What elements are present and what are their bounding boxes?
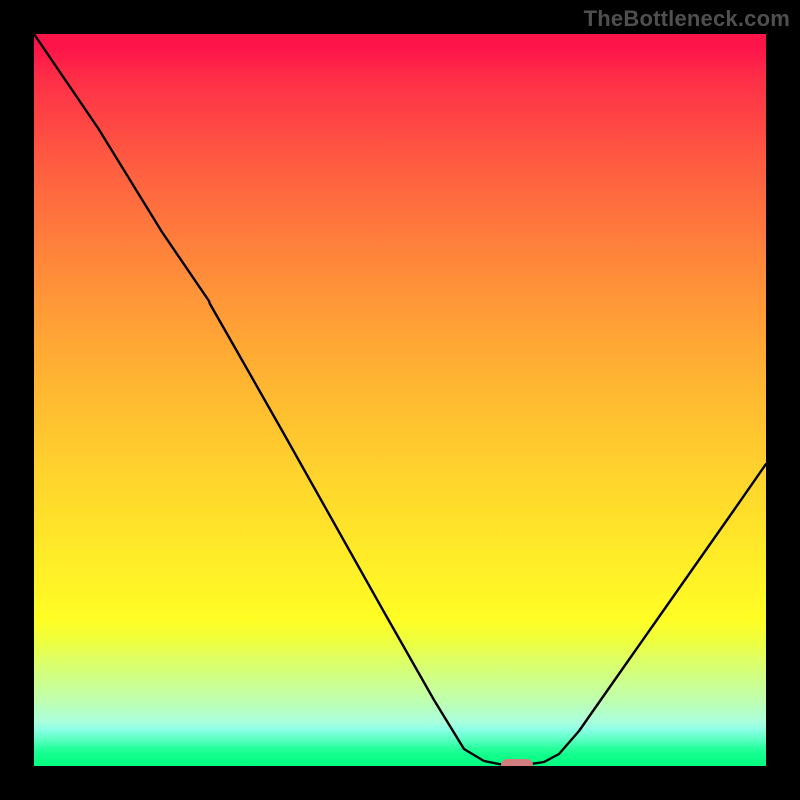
gradient-background xyxy=(34,34,766,766)
optimal-marker xyxy=(501,759,533,766)
chart-container: TheBottleneck.com xyxy=(0,0,800,800)
plot-area xyxy=(34,34,766,766)
watermark-text: TheBottleneck.com xyxy=(584,6,790,32)
